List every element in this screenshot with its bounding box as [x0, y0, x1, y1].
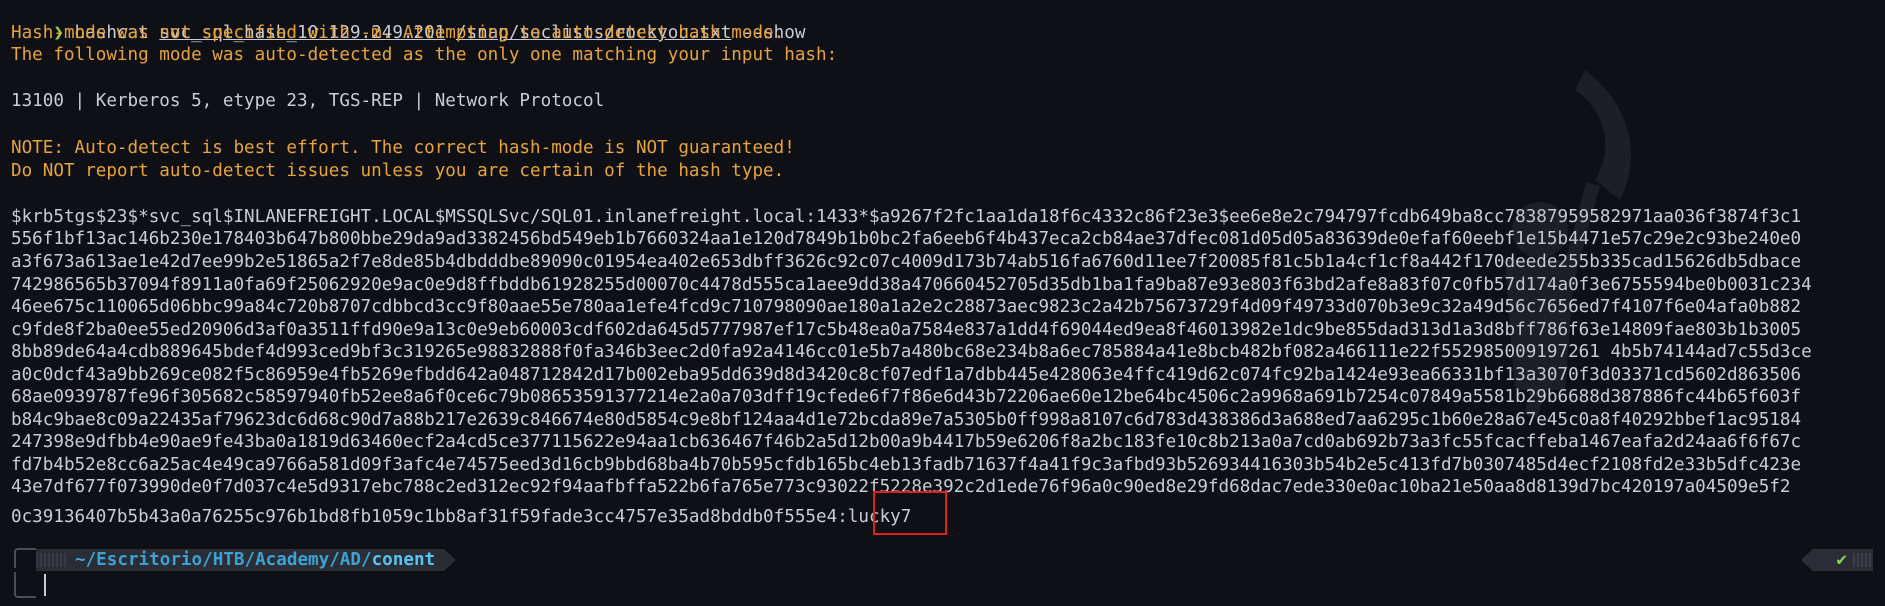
detected-mode-line: 13100 | Kerberos 5, etype 23, TGS-REP | …: [11, 91, 605, 111]
prompt-frame-top: [14, 548, 36, 568]
current-path: ~/Escritorio/HTB/Academy/AD/conent: [75, 549, 435, 571]
path-current-dir: conent: [371, 550, 436, 570]
note-line-2: Do NOT report auto-detect issues unless …: [11, 161, 785, 181]
warning-line-1: Hash-mode was not specified with -m. Att…: [11, 23, 785, 43]
note-line-1: NOTE: Auto-detect is best effort. The co…: [11, 138, 795, 158]
warning-line-2: The following mode was auto-detected as …: [11, 45, 838, 65]
terminal-window[interactable]: ❯ hashcat svc_sql_hash_10.129.249.201 /s…: [0, 0, 1885, 606]
hash-last-line: 0c39136407b5b43a0a76255c976b1bd8fb1059c1…: [11, 506, 911, 528]
hash-tail: 0c39136407b5b43a0a76255c976b1bd8fb1059c1…: [11, 507, 848, 527]
path-prefix: ~/Escritorio/HTB/Academy/AD/: [75, 550, 372, 570]
text-cursor[interactable]: [44, 574, 46, 596]
prompt-frame-bottom: [14, 572, 36, 598]
prompt-statusbar: ~/Escritorio/HTB/Academy/AD/conent ✔: [0, 548, 1885, 576]
status-separator-dots: [1853, 553, 1873, 567]
password-highlight-box: [873, 491, 947, 535]
command-line: ❯ hashcat svc_sql_hash_10.129.249.201 /s…: [11, 0, 805, 43]
prompt-separator-dots: [36, 553, 66, 567]
wallpaper-figure-icon: [1505, 70, 1632, 418]
check-icon: ✔: [1836, 550, 1847, 570]
